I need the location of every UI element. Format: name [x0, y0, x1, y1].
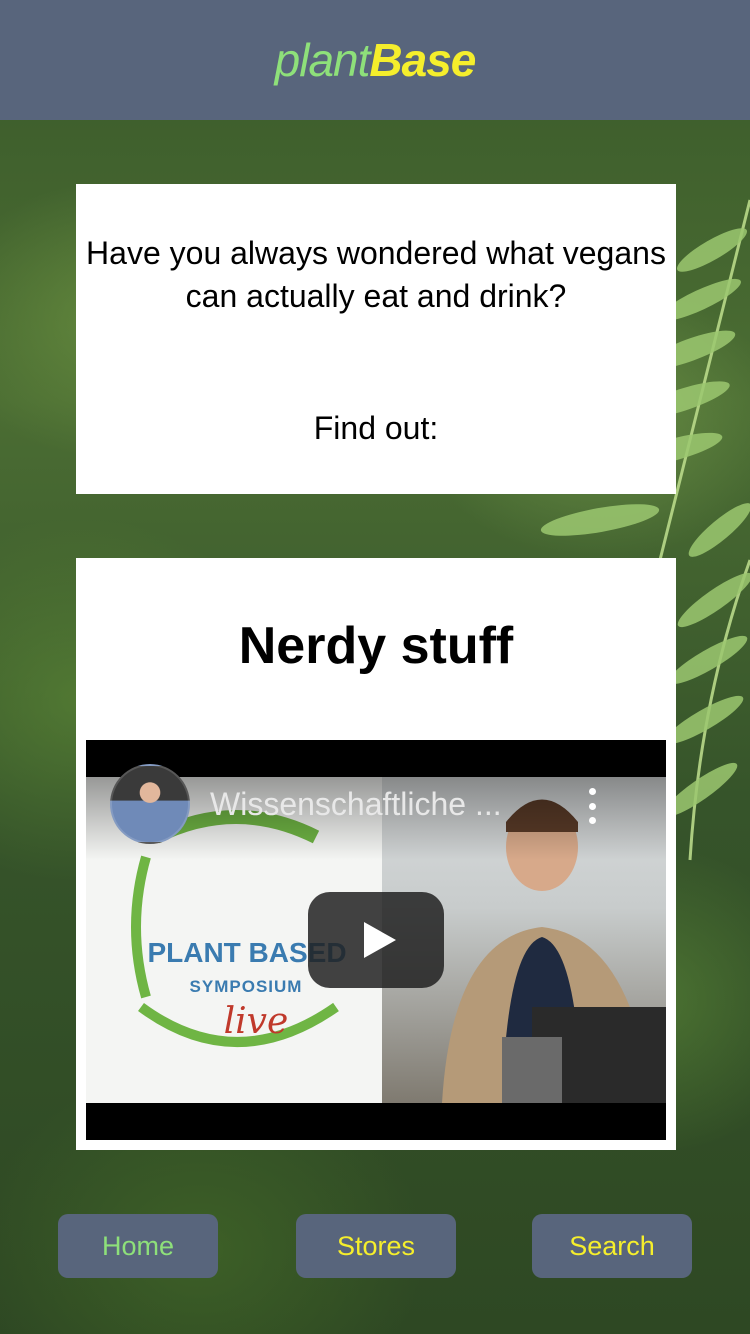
play-icon: [364, 922, 396, 958]
channel-avatar[interactable]: [110, 764, 190, 844]
video-title[interactable]: Wissenschaftliche ...: [210, 786, 550, 823]
intro-question: Have you always wondered what vegans can…: [86, 235, 666, 314]
nav-home-button[interactable]: Home: [58, 1214, 218, 1278]
logo-base-text: Base: [369, 34, 476, 86]
nav-search-button[interactable]: Search: [532, 1214, 692, 1278]
section-title: Nerdy stuff: [238, 617, 514, 675]
more-vert-icon[interactable]: [584, 788, 600, 824]
intro-card: Have you always wondered what vegans can…: [76, 184, 676, 494]
thumbnail-text-symposium: SYMPOSIUM: [189, 977, 303, 996]
thumbnail-text-live: live: [223, 1001, 289, 1042]
logo-plant-text: plant: [274, 34, 371, 86]
app-logo[interactable]: plantBase: [274, 33, 477, 87]
nerdy-stuff-card: Nerdy stuff PLANT BASED SYMPOSIUM live W…: [76, 558, 676, 1150]
find-out-label: Find out:: [313, 410, 439, 446]
embedded-video-player[interactable]: PLANT BASED SYMPOSIUM live Wissenschaftl…: [86, 740, 666, 1140]
play-button[interactable]: [308, 892, 444, 988]
nav-stores-button[interactable]: Stores: [296, 1214, 456, 1278]
app-header: plantBase: [0, 0, 750, 120]
